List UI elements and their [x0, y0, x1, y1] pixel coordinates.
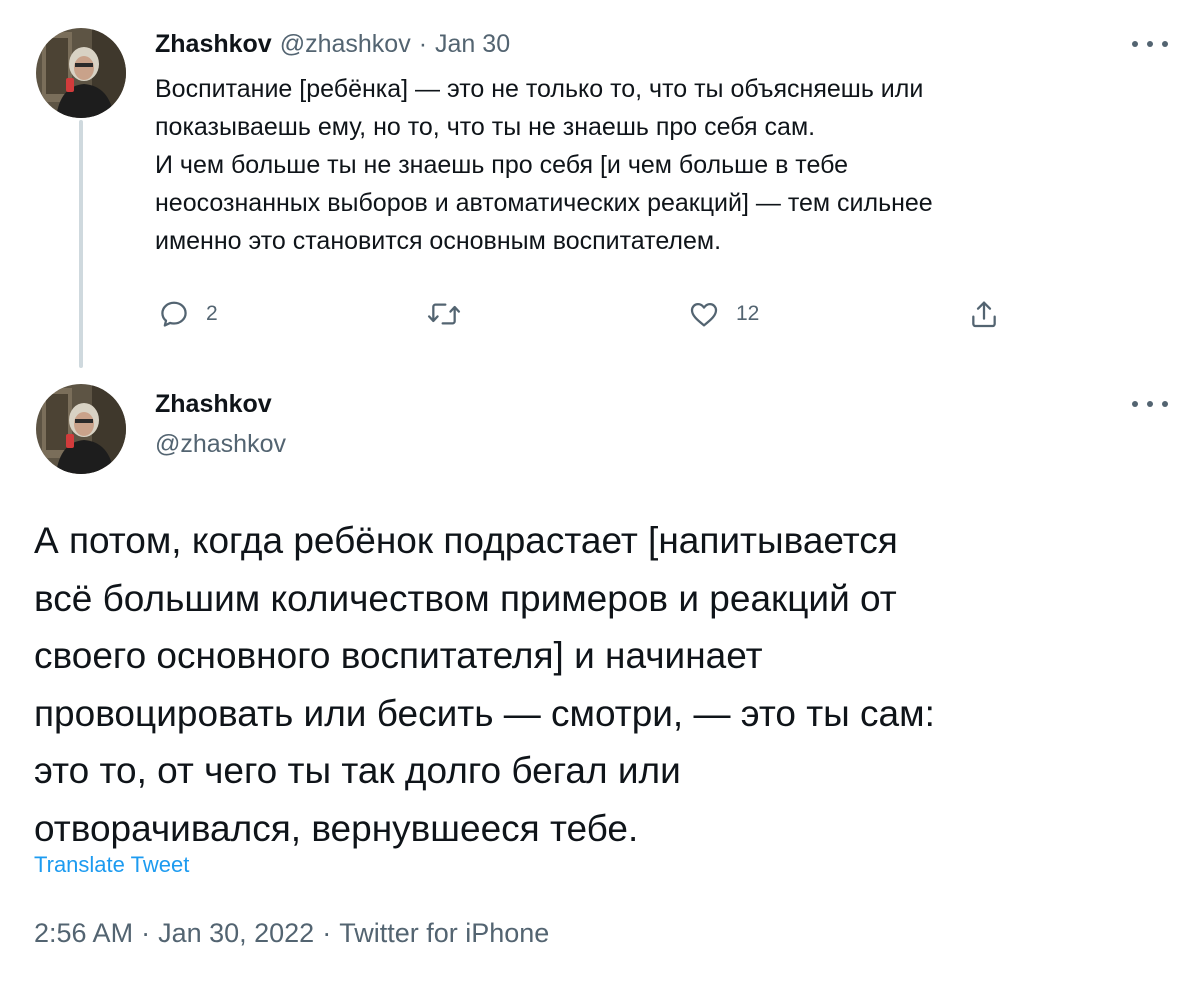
avatar[interactable]	[36, 384, 126, 474]
reply-count: 2	[206, 302, 218, 325]
meta-separator: ·	[322, 918, 332, 948]
like-count: 12	[736, 302, 760, 325]
tweet-text-line: это то, от чего ты так долго бегал или	[34, 750, 681, 791]
retweet-button[interactable]	[426, 296, 462, 332]
tweet-text-line: отворачивался, вернувшееся тебе.	[34, 807, 639, 849]
share-button[interactable]	[968, 296, 1000, 332]
tweet-text-line: А потом, когда ребёнок подрастает [напит…	[34, 520, 898, 561]
reply-button[interactable]: 2	[158, 296, 218, 332]
tweet-text-line: своего основного воспитателя] и начинает	[34, 635, 763, 676]
tweet-header: Zhashkov @zhashkov · Jan 30	[155, 28, 510, 60]
display-name[interactable]: Zhashkov	[155, 30, 272, 59]
translate-tweet-link[interactable]: Translate Tweet	[34, 852, 189, 878]
heart-icon	[690, 303, 718, 327]
tweet-text-line: Воспитание [ребёнка] — это не только то,…	[155, 75, 924, 103]
thread-connector-line	[79, 120, 83, 368]
tweet-text: Воспитание [ребёнка] — это не только то,…	[155, 70, 1155, 260]
more-options-icon[interactable]	[1132, 394, 1168, 414]
user-handle[interactable]: @zhashkov	[280, 30, 411, 59]
avatar[interactable]	[36, 28, 126, 118]
tweet-metadata: 2:56 AM · Jan 30, 2022 · Twitter for iPhone	[34, 918, 549, 949]
tweet-text-line: провоцировать или бесить — смотри, — это…	[34, 692, 935, 734]
tweet-source[interactable]: Twitter for iPhone	[339, 918, 549, 948]
user-handle[interactable]: @zhashkov	[155, 430, 286, 459]
display-name[interactable]: Zhashkov	[155, 390, 272, 419]
tweet-time[interactable]: 2:56 AM	[34, 918, 133, 948]
header-separator: ·	[418, 29, 428, 58]
tweet-text-line: неосознанных выборов и автоматических ре…	[155, 189, 933, 217]
tweet-text: А потом, когда ребёнок подрастает [напит…	[34, 512, 1174, 857]
tweet-date[interactable]: Jan 30	[435, 30, 510, 59]
retweet-icon	[427, 303, 461, 325]
tweet-text-line: именно это становится основным воспитате…	[155, 227, 722, 255]
tweet-text-line: всё большим количеством примеров и реакц…	[34, 577, 897, 619]
tweet-date[interactable]: Jan 30, 2022	[158, 918, 314, 948]
more-options-icon[interactable]	[1132, 34, 1168, 54]
tweet-text-line: И чем больше ты не знаешь про себя [и че…	[155, 151, 849, 179]
tweet-text-line: показываешь ему, но то, что ты не знаешь…	[155, 113, 816, 141]
like-button[interactable]: 12	[688, 296, 759, 332]
meta-separator: ·	[141, 918, 151, 948]
share-icon	[972, 301, 996, 328]
reply-icon	[161, 301, 187, 327]
